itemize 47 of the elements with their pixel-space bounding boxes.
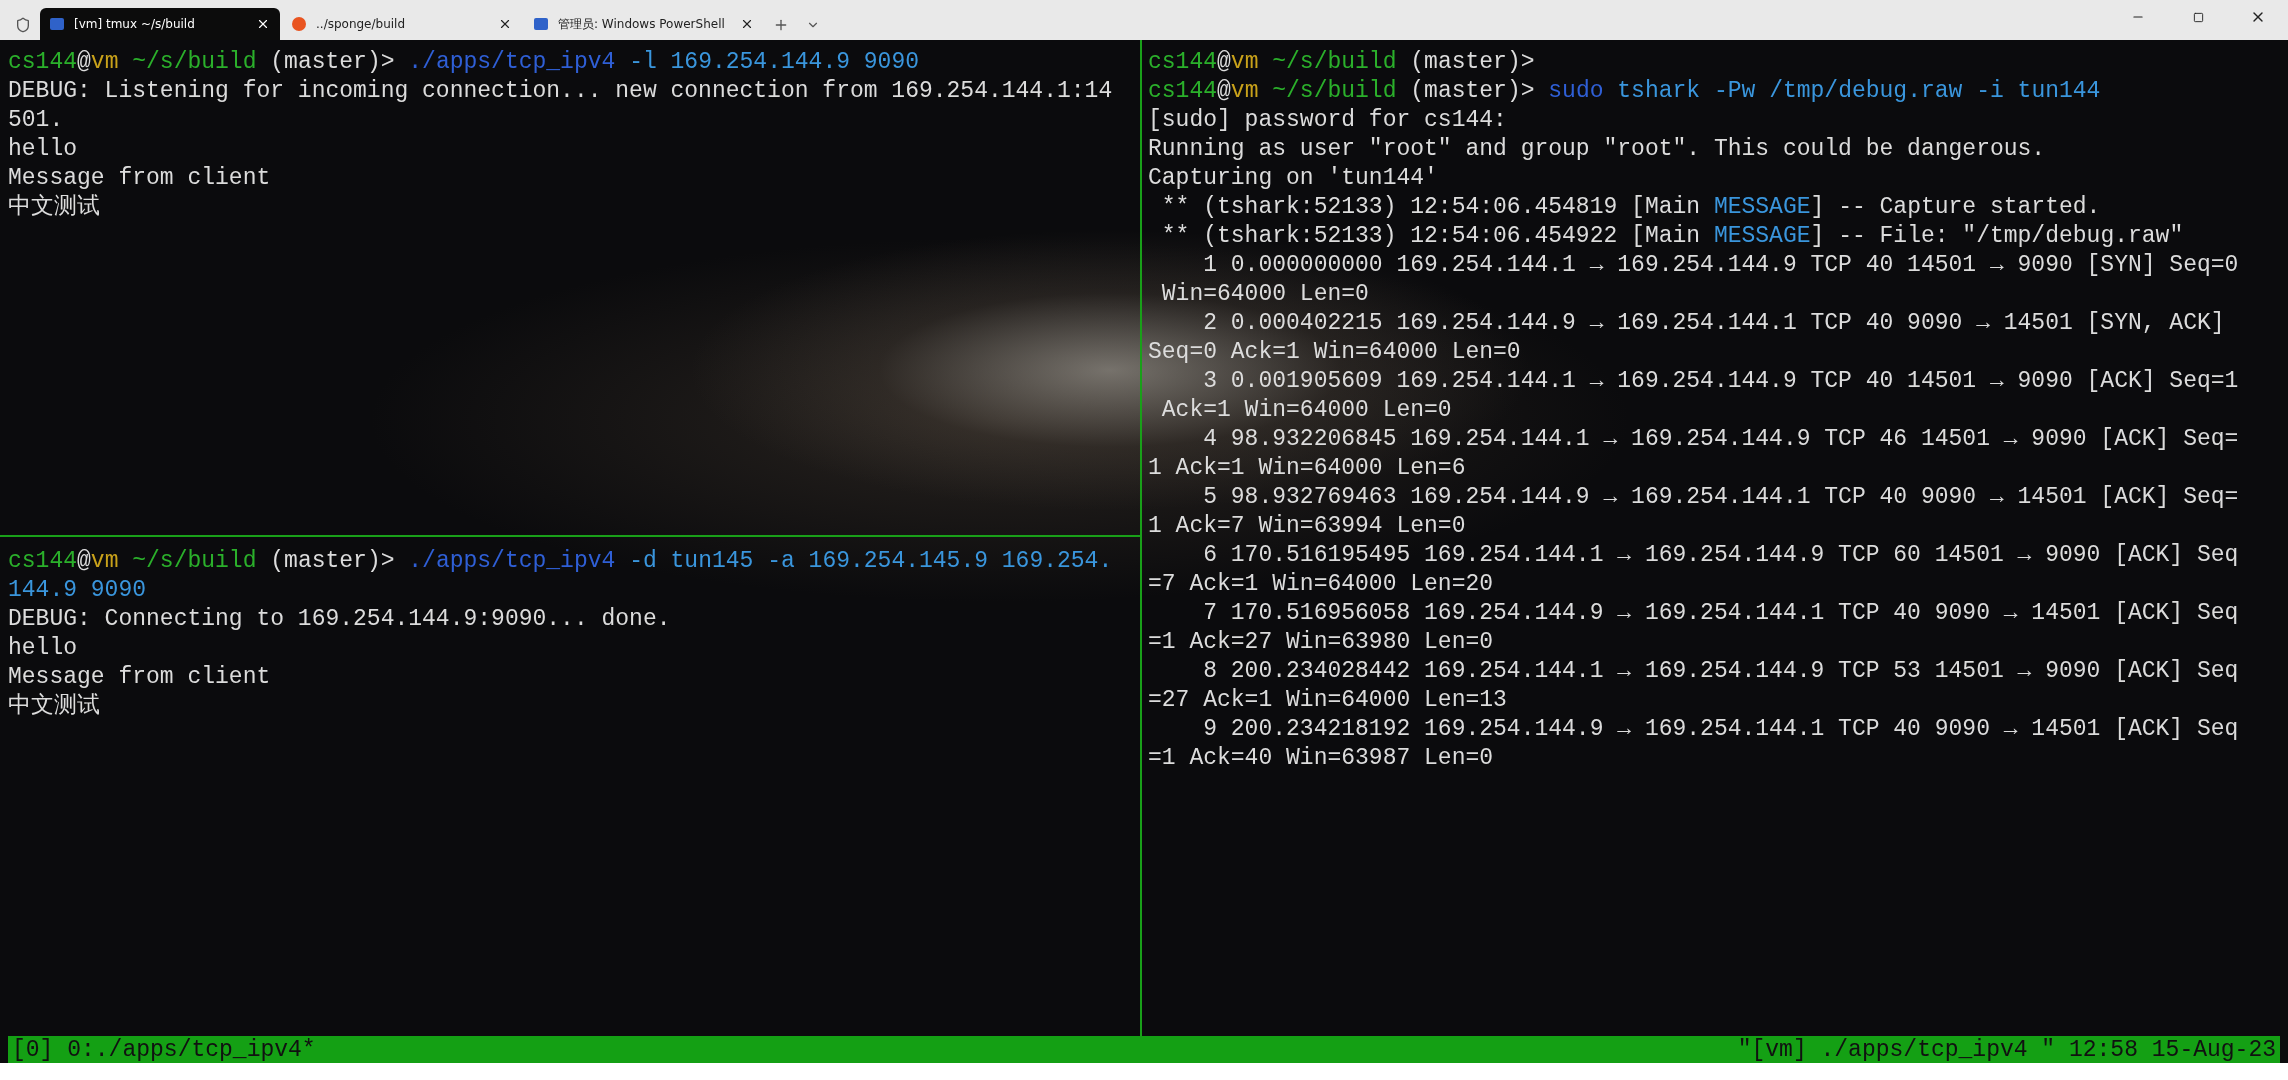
tab[interactable]: [vm] tmux ~/s/build xyxy=(40,8,280,40)
terminal-line: hello xyxy=(8,634,77,663)
terminal-line: cs144@vm ~/s/build (master)> ./apps/tcp_ipv4 -l 169.254.144.9 9090 xyxy=(8,48,919,77)
terminal-line: cs144@vm ~/s/build (master)> sudo tshark -Pw /tmp/debug.raw -i tun144 xyxy=(1148,77,2101,106)
terminal-line: Message from client xyxy=(8,164,271,193)
tab[interactable]: ../sponge/build xyxy=(282,8,522,40)
terminal-line: cs144@vm ~/s/build (master)> ./apps/tcp_ipv4 -d tun145 -a 169.254.145.9 169.254. xyxy=(8,547,1113,576)
terminal-line: 中文测试 xyxy=(8,692,100,721)
terminal-line: 中文测试 xyxy=(8,193,100,222)
tab[interactable]: 管理员: Windows PowerShell xyxy=(524,8,764,40)
terminal-line: DEBUG: Connecting to 169.254.144.9:9090... done. xyxy=(8,605,671,634)
terminal-line: 7 170.516956058 169.254.144.9 → 169.254.144.1 TCP 40 9090 → 14501 [ACK] Seq xyxy=(1202,599,2239,628)
terminal-line: Seq=0 Ack=1 Win=64000 Len=0 xyxy=(1148,338,1521,367)
status-text: "[vm] ./apps/tcp_ipv4 " 12:58 15-Aug-23 xyxy=(1737,1036,2276,1063)
terminal-line: =7 Ack=1 Win=64000 Len=20 xyxy=(1148,570,1494,599)
terminal-line: Win=64000 Len=0 xyxy=(1160,280,1369,309)
terminal-line: 8 200.234028442 169.254.144.1 → 169.254.144.9 TCP 53 14501 → 9090 [ACK] Seq xyxy=(1202,657,2239,686)
terminal-line: 5 98.932769463 169.254.144.9 → 169.254.144.1 TCP 40 9090 → 14501 [ACK] Seq= xyxy=(1202,483,2239,512)
terminal-line: cs144@vm ~/s/build (master)> xyxy=(1148,48,1535,77)
terminal-line: hello xyxy=(8,135,77,164)
close-icon[interactable] xyxy=(740,17,754,31)
terminal-line: Running as user "root" and group "root". This could be dangerous. xyxy=(1148,135,2046,164)
terminal-line: DEBUG: Listening for incoming connection... new connection from 169.254.144.1:14 xyxy=(8,77,1113,106)
circle-logo-icon xyxy=(292,17,306,31)
terminal-line: 501. xyxy=(8,106,64,135)
terminal-line: 1 Ack=7 Win=63994 Len=0 xyxy=(1148,512,1466,541)
terminal-line: =1 Ack=40 Win=63987 Len=0 xyxy=(1148,744,1494,773)
terminal-line: Ack=1 Win=64000 Len=0 xyxy=(1160,396,1452,425)
terminal-line: Message from client xyxy=(8,663,271,692)
terminal-line: =1 Ack=27 Win=63980 Len=0 xyxy=(1148,628,1494,657)
terminal-line: 9 200.234218192 169.254.144.9 → 169.254.144.1 TCP 40 9090 → 14501 [ACK] Seq xyxy=(1202,715,2239,744)
close-icon[interactable] xyxy=(498,17,512,31)
terminal-line: 144.9 9090 xyxy=(8,576,147,605)
terminal-line: 4 98.932206845 169.254.144.1 → 169.254.144.9 TCP 46 14501 → 9090 [ACK] Seq= xyxy=(1202,425,2239,454)
terminal-line: 1 0.000000000 169.254.144.1 → 169.254.144.9 TCP 40 14501 → 9090 [SYN] Seq=0 xyxy=(1202,251,2239,280)
terminal-line: Capturing on 'tun144' xyxy=(1148,164,1438,193)
maximize-icon[interactable] xyxy=(2192,11,2204,23)
terminal-line: ** (tshark:52133) 12:54:06.454819 [Main MESSAGE] -- Capture started. xyxy=(1160,193,2101,222)
terminal-line: 6 170.516195495 169.254.144.1 → 169.254.144.9 TCP 60 14501 → 9090 [ACK] Seq xyxy=(1202,541,2239,570)
close-icon[interactable] xyxy=(256,17,270,31)
status-text: [0] 0:./apps/tcp_ipv4* xyxy=(12,1036,316,1063)
terminal-line: 2 0.000402215 169.254.144.9 → 169.254.144.1 TCP 40 9090 → 14501 [SYN, ACK] xyxy=(1202,309,2225,338)
terminal-line: =27 Ack=1 Win=64000 Len=13 xyxy=(1148,686,1507,715)
terminal-line: [sudo] password for cs144: xyxy=(1148,106,1507,135)
terminal-line: ** (tshark:52133) 12:54:06.454922 [Main MESSAGE] -- File: "/tmp/debug.raw" xyxy=(1160,222,2184,251)
terminal-line: 3 0.001905609 169.254.144.1 → 169.254.144.9 TCP 40 14501 → 9090 [ACK] Seq=1 xyxy=(1202,367,2239,396)
terminal-line: 1 Ack=1 Win=64000 Len=6 xyxy=(1148,454,1466,483)
